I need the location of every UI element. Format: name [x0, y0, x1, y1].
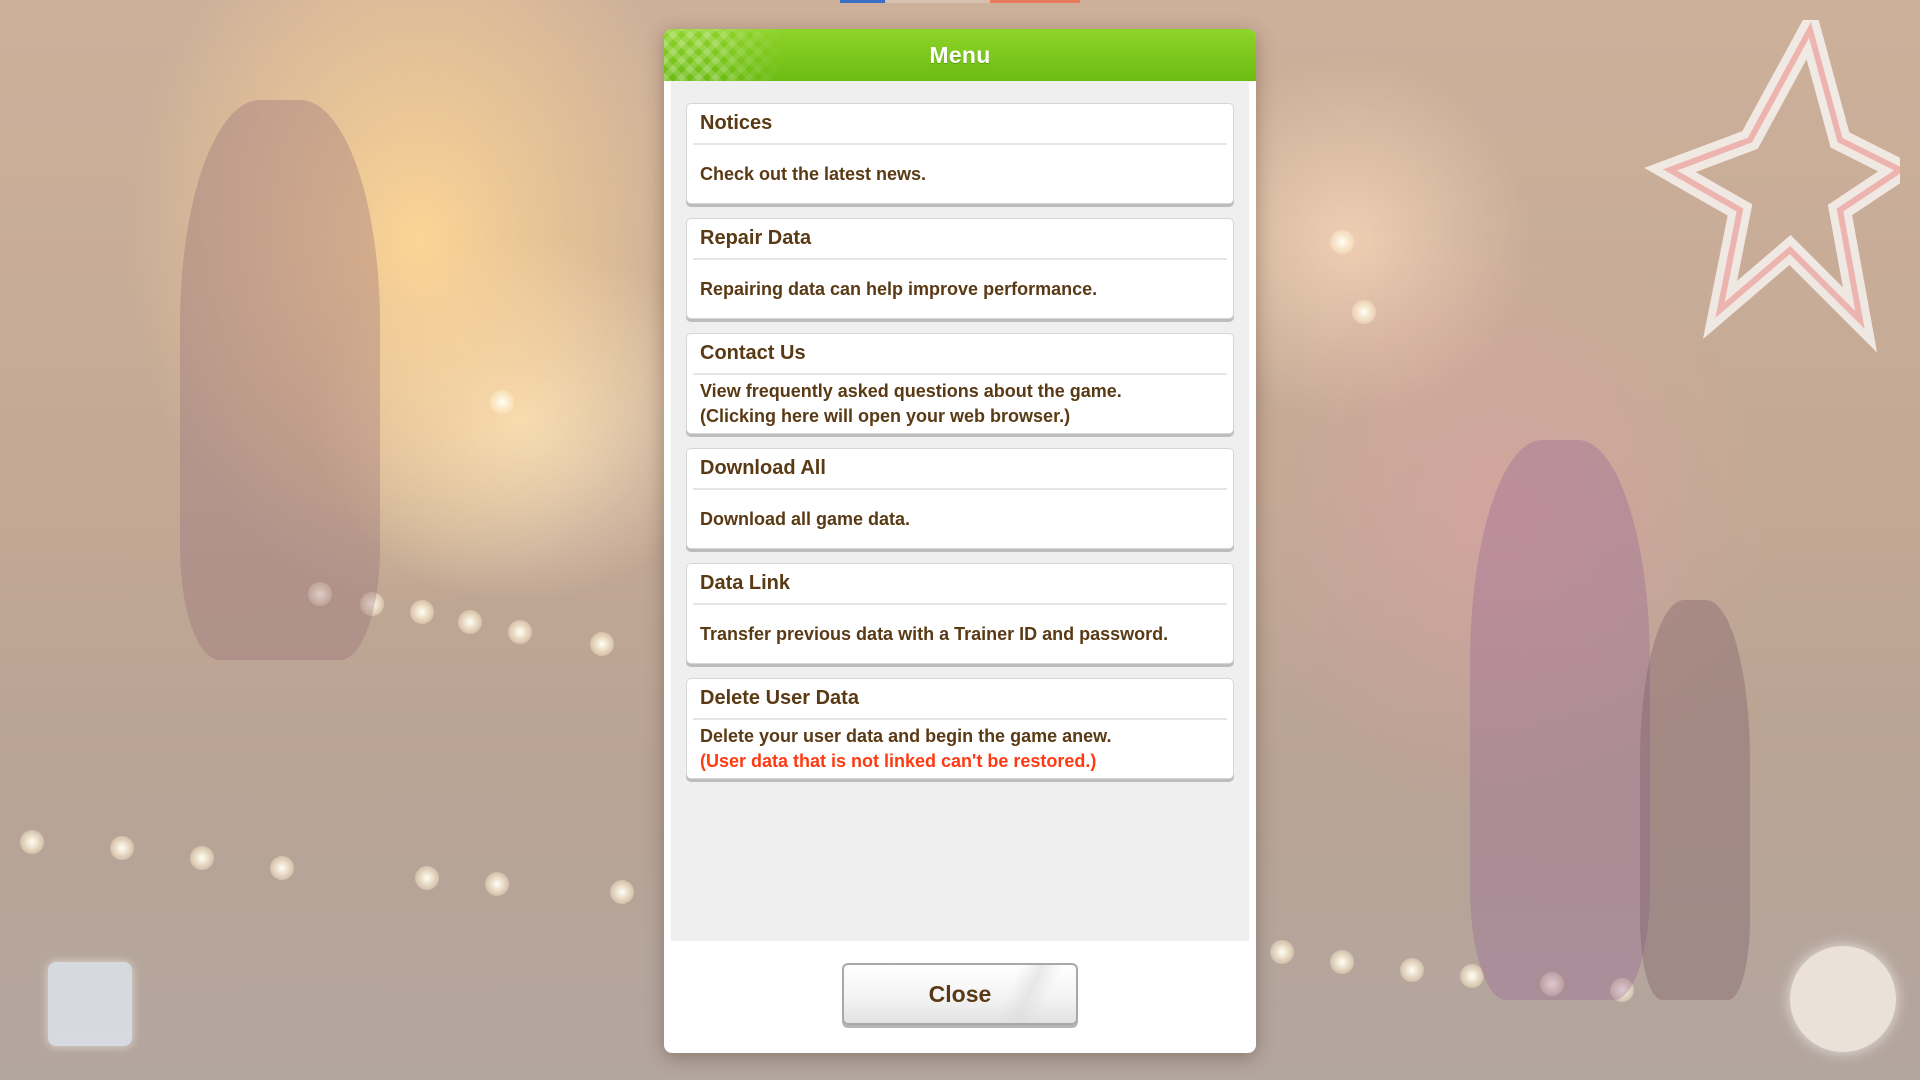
dialog-header: Menu	[664, 29, 1256, 81]
menu-item-description: Delete your user data and begin the game…	[693, 720, 1227, 778]
button-shine	[988, 965, 1064, 1023]
menu-item-desc-line: Transfer previous data with a Trainer ID…	[700, 623, 1169, 644]
dialog-title: Menu	[929, 41, 991, 68]
menu-item-title: Notices	[693, 104, 1227, 145]
menu-item-notices[interactable]: Notices Check out the latest news.	[686, 103, 1234, 204]
character-silhouette	[180, 100, 380, 660]
menu-item-desc-line: Repairing data can help improve performa…	[700, 278, 1098, 299]
menu-item-repair-data[interactable]: Repair Data Repairing data can help impr…	[686, 218, 1234, 319]
close-button[interactable]: Close	[842, 963, 1078, 1025]
menu-item-desc-line: (Clicking here will open your web browse…	[700, 406, 1071, 426]
header-pattern	[664, 29, 784, 81]
dialog-footer: Close	[664, 941, 1256, 1053]
menu-item-description: View frequently asked questions about th…	[693, 375, 1227, 433]
menu-item-download-all[interactable]: Download All Download all game data.	[686, 448, 1234, 549]
menu-item-warning: (User data that is not linked can't be r…	[700, 751, 1097, 771]
menu-item-title: Data Link	[693, 564, 1227, 605]
menu-item-description: Download all game data.	[693, 490, 1227, 548]
menu-dialog: Menu Notices Check out the latest news. …	[664, 29, 1256, 1053]
menu-item-description: Check out the latest news.	[693, 145, 1227, 203]
corner-menu-icon	[48, 962, 132, 1046]
menu-item-desc-line: Check out the latest news.	[700, 163, 927, 184]
character-silhouette	[1640, 600, 1750, 1000]
menu-item-title: Delete User Data	[693, 679, 1227, 720]
menu-item-title: Download All	[693, 449, 1227, 490]
menu-item-delete-user-data[interactable]: Delete User Data Delete your user data a…	[686, 678, 1234, 779]
menu-item-desc-line: Delete your user data and begin the game…	[700, 726, 1112, 746]
menu-item-description: Transfer previous data with a Trainer ID…	[693, 605, 1227, 663]
character-silhouette	[1470, 440, 1650, 1000]
corner-action-icon	[1790, 946, 1896, 1052]
menu-item-desc-line: Download all game data.	[700, 508, 911, 529]
menu-item-title: Repair Data	[693, 219, 1227, 260]
menu-item-contact-us[interactable]: Contact Us View frequently asked questio…	[686, 333, 1234, 434]
close-button-label: Close	[928, 980, 992, 1007]
menu-item-description: Repairing data can help improve performa…	[693, 260, 1227, 318]
menu-item-desc-line: View frequently asked questions about th…	[700, 381, 1122, 401]
dialog-body: Notices Check out the latest news. Repai…	[671, 81, 1249, 941]
menu-list: Notices Check out the latest news. Repai…	[671, 103, 1249, 779]
menu-item-title: Contact Us	[693, 334, 1227, 375]
menu-item-data-link[interactable]: Data Link Transfer previous data with a …	[686, 563, 1234, 664]
